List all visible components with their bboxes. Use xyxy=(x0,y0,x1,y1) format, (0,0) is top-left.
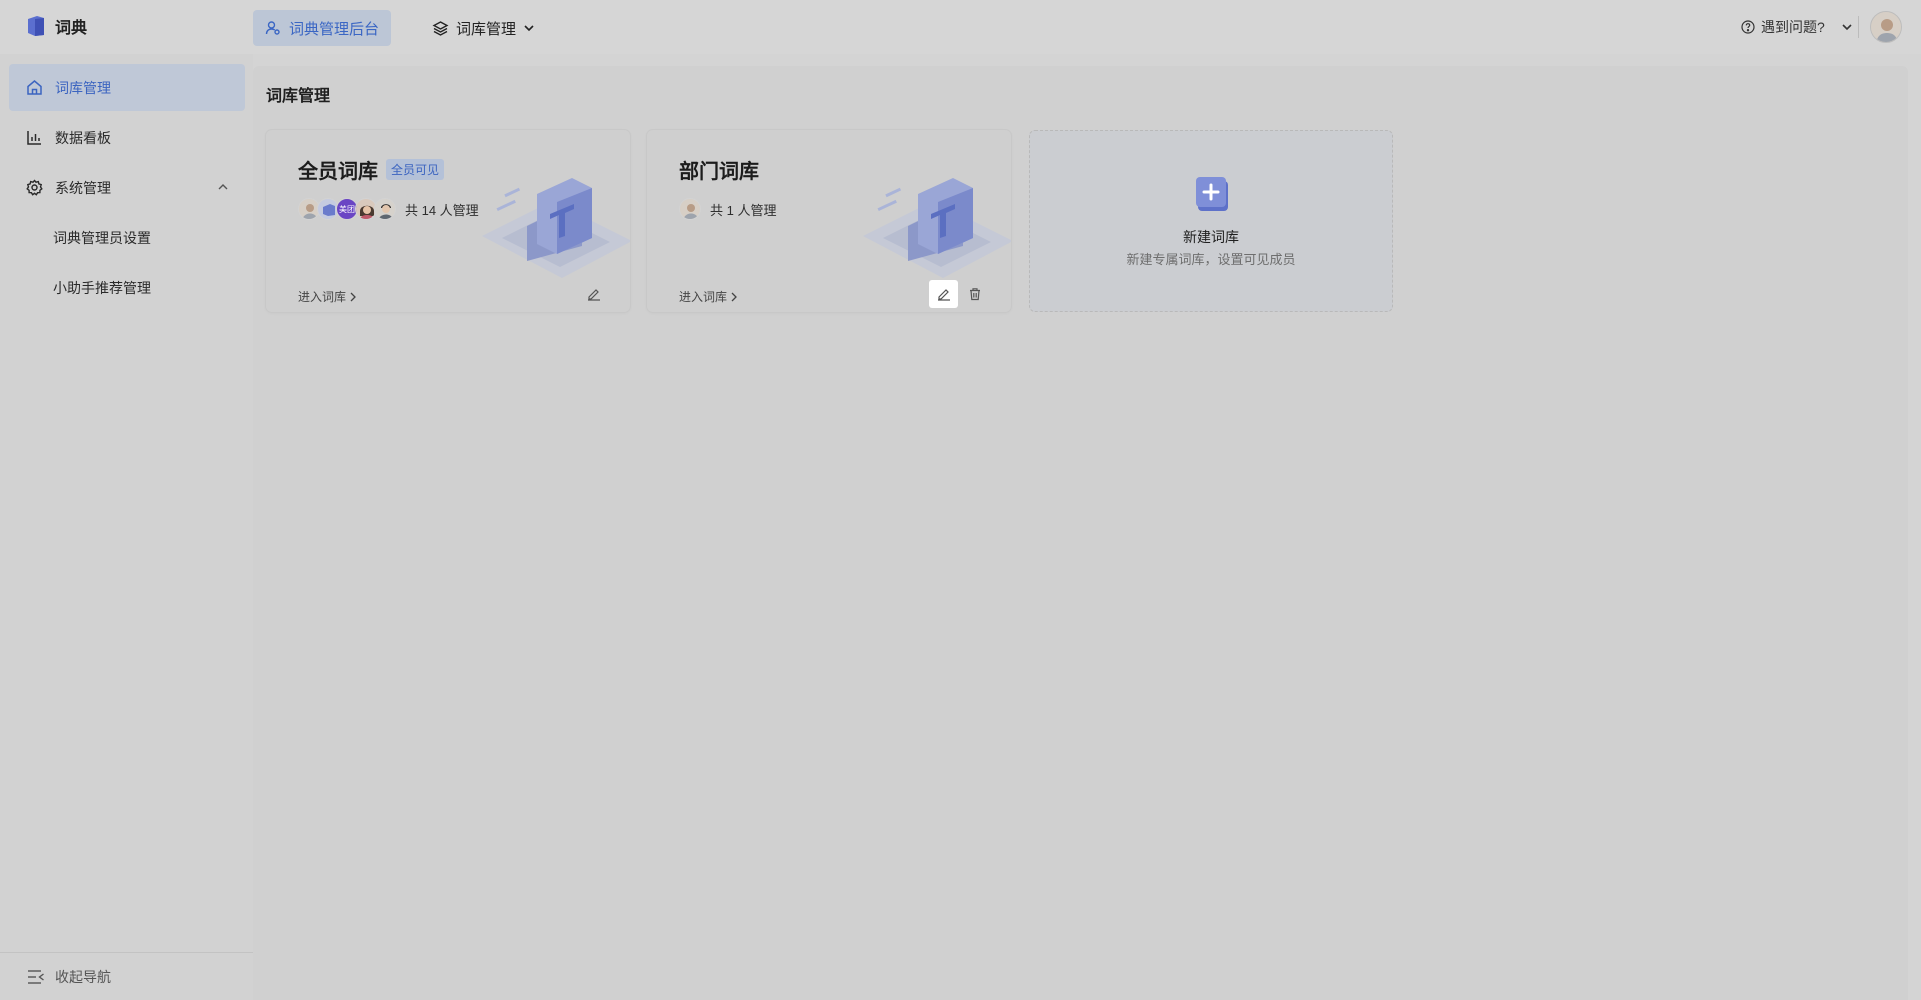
sidebar-item-data-dashboard[interactable]: 数据看板 xyxy=(9,114,245,161)
library-card-all-staff[interactable]: 全员词库 全员可见 美团 共 14 人管理 进入词库 xyxy=(266,130,630,312)
trash-icon xyxy=(969,288,980,301)
library-book-illustration xyxy=(863,178,1011,278)
create-library-subtitle: 新建专属词库，设置可见成员 xyxy=(1126,252,1296,267)
layers-icon xyxy=(432,20,449,36)
sidebar-item-label: 词典管理员设置 xyxy=(53,229,151,246)
member-avatars[interactable]: 美团 共 14 人管理 xyxy=(298,198,479,220)
edit-pencil-icon xyxy=(937,289,950,301)
visibility-badge: 全员可见 xyxy=(386,159,445,180)
library-card-department[interactable]: 部门词库 共 1 人管理 进入词库 xyxy=(647,130,1011,312)
card-actions xyxy=(579,280,608,308)
enter-library-link[interactable]: 进入词库 xyxy=(298,288,357,305)
sidebar-item-dictionary-admin-settings[interactable]: 词典管理员设置 xyxy=(9,214,245,261)
top-bar: 词典 词典管理后台 词库管理 遇到问题? xyxy=(0,0,1921,54)
enter-library-label: 进入词库 xyxy=(679,290,728,304)
chevron-right-icon xyxy=(350,292,356,301)
person-avatar-icon xyxy=(1871,12,1901,42)
sidebar-item-assistant-recommendation[interactable]: 小助手推荐管理 xyxy=(9,264,245,311)
plus-icon xyxy=(1196,177,1228,211)
card-title-text: 部门词库 xyxy=(679,161,759,183)
header-divider xyxy=(1858,16,1859,38)
enter-library-link[interactable]: 进入词库 xyxy=(679,288,738,305)
card-title-text: 全员词库 xyxy=(298,161,378,183)
collapse-nav-button[interactable]: 收起导航 xyxy=(0,952,253,1000)
chevron-up-icon[interactable] xyxy=(217,181,229,193)
tab-library-management-label: 词库管理 xyxy=(456,20,517,38)
sidebar-item-label: 数据看板 xyxy=(55,129,111,146)
dictionary-logo-icon xyxy=(28,16,44,36)
card-actions xyxy=(929,280,989,308)
tab-library-management[interactable]: 词库管理 xyxy=(432,10,535,46)
chevron-down-icon xyxy=(1842,24,1852,31)
create-library-title: 新建词库 xyxy=(1183,229,1239,245)
home-icon xyxy=(27,80,42,95)
chevron-down-icon xyxy=(524,25,534,32)
create-library-card[interactable]: 新建词库 新建专属词库，设置可见成员 xyxy=(1029,130,1393,312)
gear-icon xyxy=(26,179,43,196)
sidebar-item-system-management[interactable]: 系统管理 xyxy=(9,164,245,211)
member-avatar-label: 美团 xyxy=(339,204,355,214)
user-settings-icon xyxy=(265,21,280,35)
sidebar-item-label: 小助手推荐管理 xyxy=(53,279,151,296)
sidebar: 词库管理 数据看板 系统管理 词典管理员设置 小助手推荐管理 收起导航 xyxy=(0,54,253,1000)
edit-button[interactable] xyxy=(579,280,608,308)
member-count: 共 14 人管理 xyxy=(405,202,479,218)
chevron-right-icon xyxy=(731,292,737,301)
question-circle-icon xyxy=(1741,20,1755,34)
page-title: 词库管理 xyxy=(266,88,331,105)
library-book-illustration xyxy=(482,178,630,278)
card-title: 全员词库 全员可见 xyxy=(298,155,445,184)
app-logo[interactable]: 词典 xyxy=(26,14,87,38)
sidebar-item-label: 词库管理 xyxy=(55,79,111,96)
delete-button[interactable] xyxy=(960,280,989,308)
enter-library-label: 进入词库 xyxy=(298,290,347,304)
edit-button[interactable] xyxy=(929,280,958,308)
member-avatar xyxy=(374,198,396,220)
bar-chart-icon xyxy=(27,131,41,145)
help-menu[interactable]: 遇到问题? xyxy=(1741,14,1853,40)
help-label: 遇到问题? xyxy=(1761,19,1825,35)
member-count: 共 1 人管理 xyxy=(710,202,777,218)
collapse-nav-label: 收起导航 xyxy=(55,968,111,985)
user-avatar[interactable] xyxy=(1870,11,1902,43)
app-name: 词典 xyxy=(55,20,88,37)
tab-dictionary-admin[interactable]: 词典管理后台 xyxy=(253,10,392,46)
tab-dictionary-admin-label: 词典管理后台 xyxy=(289,20,380,38)
member-avatar xyxy=(679,198,701,220)
main-content: 词库管理 全员词库 全员可见 美团 共 14 人管理 进入词库 部门词库 共 1… xyxy=(253,66,1908,1000)
sidebar-item-library-management[interactable]: 词库管理 xyxy=(9,64,245,111)
collapse-menu-icon xyxy=(28,969,44,984)
card-title: 部门词库 xyxy=(679,155,759,184)
member-avatars[interactable]: 共 1 人管理 xyxy=(679,198,776,220)
edit-pencil-icon xyxy=(587,289,600,301)
sidebar-item-label: 系统管理 xyxy=(55,179,111,196)
